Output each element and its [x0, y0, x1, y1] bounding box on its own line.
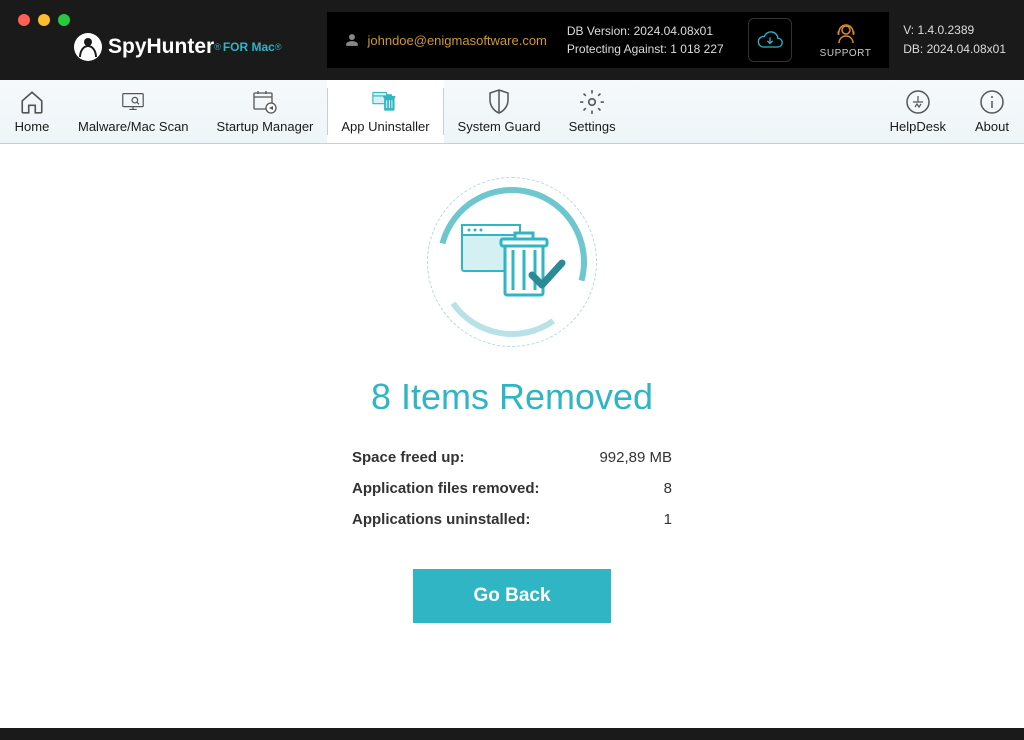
- scan-icon: [120, 89, 146, 115]
- tab-malware-scan[interactable]: Malware/Mac Scan: [64, 80, 203, 143]
- trash-success-icon: [457, 217, 567, 307]
- stat-row: Applications uninstalled: 1: [352, 504, 672, 535]
- titlebar: SpyHunter® FOR Mac® johndoe@enigmasoftwa…: [0, 0, 1024, 80]
- cloud-sync-button[interactable]: [748, 18, 792, 62]
- bottom-bar: [0, 728, 1024, 740]
- stat-value: 992,89 MB: [599, 449, 672, 466]
- db-version-short: DB: 2024.04.08x01: [903, 40, 1006, 59]
- maximize-window-button[interactable]: [58, 14, 70, 26]
- stat-label: Applications uninstalled:: [352, 511, 530, 528]
- stat-value: 1: [664, 511, 672, 528]
- content-area: 8 Items Removed Space freed up: 992,89 M…: [0, 144, 1024, 728]
- tab-startup-manager[interactable]: Startup Manager: [203, 80, 328, 143]
- spyhunter-logo-icon: [74, 33, 102, 61]
- account-user: johndoe@enigmasoftware.com: [345, 33, 546, 48]
- app-version: V: 1.4.0.2389: [903, 21, 1006, 40]
- support-button[interactable]: SUPPORT: [820, 22, 872, 59]
- close-window-button[interactable]: [18, 14, 30, 26]
- startup-icon: [252, 89, 278, 115]
- tab-home[interactable]: Home: [0, 80, 64, 143]
- stat-row: Space freed up: 992,89 MB: [352, 442, 672, 473]
- info-icon: [979, 89, 1005, 115]
- main-toolbar: Home Malware/Mac Scan Startup Manager Ap…: [0, 80, 1024, 144]
- tab-helpdesk[interactable]: HelpDesk: [876, 80, 960, 143]
- stat-value: 8: [664, 480, 672, 497]
- shield-icon: [486, 89, 512, 115]
- go-back-button[interactable]: Go Back: [413, 569, 610, 623]
- tab-settings[interactable]: Settings: [555, 80, 630, 143]
- minimize-window-button[interactable]: [38, 14, 50, 26]
- uninstaller-icon: [372, 89, 398, 115]
- logo-subtext: FOR Mac: [223, 40, 275, 54]
- result-stats: Space freed up: 992,89 MB Application fi…: [352, 442, 672, 535]
- protecting-against: Protecting Against: 1 018 227: [567, 40, 724, 58]
- db-info: DB Version: 2024.04.08x01 Protecting Aga…: [567, 22, 724, 58]
- version-info: V: 1.4.0.2389 DB: 2024.04.08x01: [903, 21, 1006, 59]
- tab-about[interactable]: About: [960, 80, 1024, 143]
- stat-label: Application files removed:: [352, 480, 540, 497]
- stat-row: Application files removed: 8: [352, 473, 672, 504]
- logo-text: SpyHunter: [108, 35, 214, 59]
- window-controls: [18, 14, 70, 26]
- app-logo: SpyHunter® FOR Mac®: [74, 33, 281, 61]
- gear-icon: [579, 89, 605, 115]
- tab-app-uninstaller[interactable]: App Uninstaller: [327, 80, 443, 143]
- db-version: DB Version: 2024.04.08x01: [567, 22, 724, 40]
- tab-system-guard[interactable]: System Guard: [444, 80, 555, 143]
- helpdesk-icon: [905, 89, 931, 115]
- user-icon: [345, 33, 359, 47]
- support-label: SUPPORT: [820, 48, 872, 59]
- cloud-download-icon: [756, 29, 784, 51]
- stat-label: Space freed up:: [352, 449, 465, 466]
- result-title: 8 Items Removed: [371, 376, 653, 418]
- home-icon: [19, 89, 45, 115]
- user-email: johndoe@enigmasoftware.com: [367, 33, 546, 48]
- support-headset-icon: [834, 22, 858, 46]
- account-info-box: johndoe@enigmasoftware.com DB Version: 2…: [327, 12, 889, 68]
- result-illustration: [422, 172, 602, 352]
